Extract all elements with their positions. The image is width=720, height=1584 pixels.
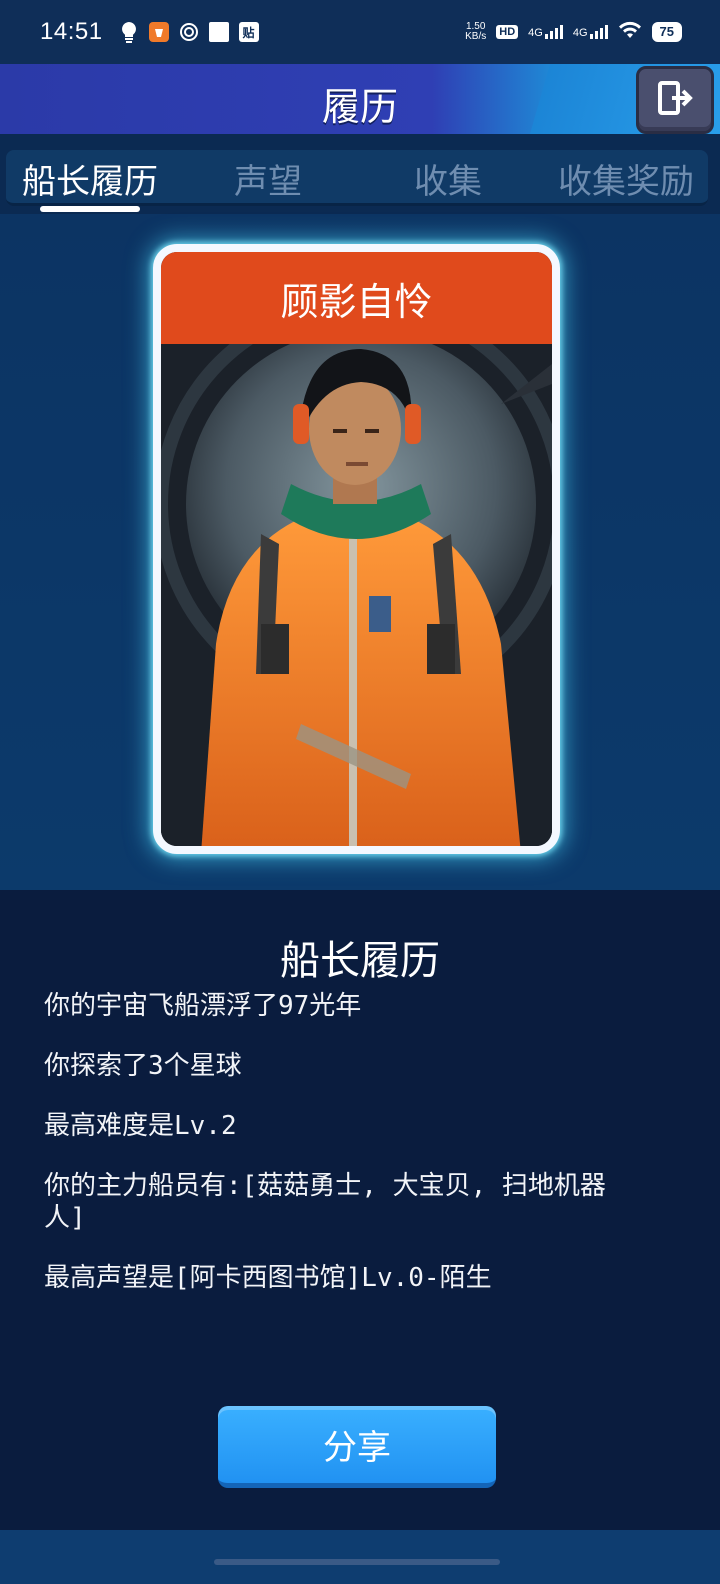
- notification-icons: 贴: [119, 22, 259, 43]
- battery-indicator: 75: [651, 22, 682, 42]
- record-line-difficulty: 最高难度是Lv.2: [44, 1111, 237, 1141]
- record-lines: 你的宇宙飞船漂浮了97光年 你探索了3个星球 最高难度是Lv.2 你的主力船员有…: [44, 990, 644, 1294]
- tab-captain-record[interactable]: 船长履历: [22, 154, 158, 203]
- card-title-bar: 顾影自怜: [161, 252, 552, 344]
- wifi-icon: [618, 20, 642, 45]
- tab-collection[interactable]: 收集: [414, 154, 482, 203]
- record-line-reputation: 最高声望是[阿卡西图书馆]Lv.0-陌生: [44, 1263, 492, 1293]
- app-notification-icon: [148, 22, 169, 42]
- active-tab-indicator: [40, 206, 140, 212]
- ring-app-icon: [179, 22, 199, 42]
- header-bar: 履历: [0, 64, 720, 134]
- card-title: 顾影自怜: [280, 279, 433, 324]
- record-line-crew: 你的主力船员有:[菇菇勇士, 大宝贝, 扫地机器人]: [44, 1171, 606, 1233]
- tab-collection-rewards[interactable]: 收集奖励: [558, 154, 694, 203]
- astronaut-portrait: [161, 344, 552, 846]
- page-title: 履历: [321, 85, 398, 129]
- record-line-distance: 你的宇宙飞船漂浮了97光年: [44, 991, 362, 1021]
- section-title: 船长履历: [280, 938, 440, 984]
- title-card: 顾影自怜: [153, 244, 560, 854]
- bottom-bar: [0, 1530, 720, 1584]
- signal-icon: 4G: [573, 25, 608, 39]
- status-right: 1.50 KB/s HD 4G 4G 75: [465, 20, 682, 45]
- network-speed: 1.50 KB/s: [465, 21, 487, 42]
- share-button[interactable]: 分享: [218, 1406, 496, 1488]
- tab-reputation[interactable]: 声望: [234, 154, 302, 203]
- record-line-planets: 你探索了3个星球: [44, 1051, 242, 1081]
- lightbulb-icon: [119, 22, 139, 43]
- status-bar: 14:51 贴 1.50 KB/s HD 4G 4G 75: [0, 0, 720, 64]
- exit-button[interactable]: [636, 66, 714, 134]
- hd-badge: HD: [496, 25, 519, 39]
- share-button-label: 分享: [323, 1428, 391, 1468]
- tab-bar: 船长履历 声望 收集 收集奖励: [6, 150, 708, 206]
- status-time: 14:51: [40, 18, 103, 45]
- home-indicator[interactable]: [214, 1559, 500, 1565]
- exit-door-icon: [656, 79, 694, 121]
- square-app-icon: [208, 22, 229, 42]
- tie-app-icon: 贴: [238, 22, 259, 42]
- signal-icon: 4G: [528, 25, 563, 39]
